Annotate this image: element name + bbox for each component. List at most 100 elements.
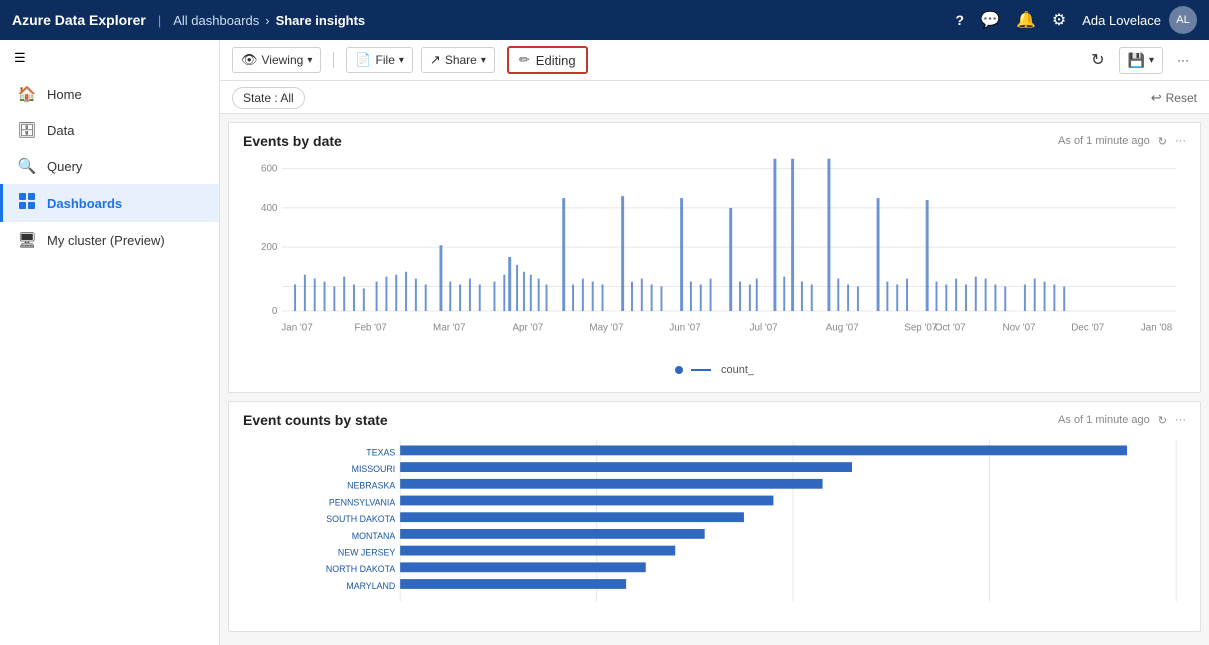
file-icon: 📄 bbox=[355, 52, 371, 68]
svg-text:NEBRASKA: NEBRASKA bbox=[347, 481, 395, 491]
hamburger-icon: ☰ bbox=[14, 50, 26, 65]
toolbar-divider bbox=[333, 52, 334, 68]
avatar: AL bbox=[1169, 6, 1197, 34]
breadcrumb-all-dashboards[interactable]: All dashboards bbox=[173, 13, 259, 28]
svg-text:Jan '07: Jan '07 bbox=[281, 323, 312, 334]
legend-label: count_ bbox=[721, 364, 754, 376]
sidebar-label-data: Data bbox=[47, 123, 74, 138]
svg-text:Aug '07: Aug '07 bbox=[826, 323, 859, 334]
main-layout: ☰ 🏠 Home 🗄 Data 🔍 Query Dashboards bbox=[0, 40, 1209, 645]
file-button[interactable]: 📄 File ▾ bbox=[346, 47, 413, 73]
reset-button[interactable]: ↩ Reset bbox=[1151, 90, 1197, 106]
data-icon: 🗄 bbox=[17, 121, 37, 139]
states-bar-chart: TEXAS MISSOURI NEBRASKA PENNSYLVANIA SOU… bbox=[229, 432, 1200, 631]
sidebar-item-dashboards[interactable]: Dashboards bbox=[0, 184, 219, 222]
ellipsis-icon: ··· bbox=[1177, 53, 1189, 67]
events-timestamp: As of 1 minute ago bbox=[1058, 135, 1150, 147]
file-chevron-icon: ▾ bbox=[399, 55, 404, 66]
svg-text:Dec '07: Dec '07 bbox=[1071, 323, 1104, 334]
settings-icon[interactable]: ⚙ bbox=[1052, 10, 1066, 30]
states-chart-title: Event counts by state bbox=[243, 412, 388, 428]
events-refresh-icon[interactable]: ↻ bbox=[1158, 135, 1167, 148]
svg-text:Sep '07: Sep '07 bbox=[904, 323, 937, 334]
sidebar-item-data[interactable]: 🗄 Data bbox=[0, 112, 219, 148]
svg-text:SOUTH DAKOTA: SOUTH DAKOTA bbox=[326, 514, 395, 524]
share-label: Share bbox=[445, 53, 477, 67]
svg-text:Oct '07: Oct '07 bbox=[935, 323, 966, 334]
chevron-down-icon: ▾ bbox=[307, 55, 312, 66]
sidebar-label-query: Query bbox=[47, 159, 82, 174]
editing-label: Editing bbox=[536, 53, 576, 68]
user-name: Ada Lovelace bbox=[1082, 13, 1161, 28]
svg-text:Jul '07: Jul '07 bbox=[750, 323, 778, 334]
state-filter[interactable]: State : All bbox=[232, 87, 305, 109]
event-counts-by-state-card: Event counts by state As of 1 minute ago… bbox=[228, 401, 1201, 632]
breadcrumb-current: Share insights bbox=[276, 13, 366, 28]
cluster-icon: 🖥 bbox=[17, 231, 37, 249]
events-chart-meta: As of 1 minute ago ↻ ··· bbox=[1058, 135, 1186, 148]
viewing-button[interactable]: 👁 Viewing ▾ bbox=[232, 47, 321, 73]
top-nav-right: ? 💬 🔔 ⚙ Ada Lovelace AL bbox=[955, 6, 1197, 34]
events-chart-svg: 600 400 200 0 bbox=[243, 157, 1186, 357]
share-chevron-icon: ▾ bbox=[481, 55, 486, 66]
top-nav: Azure Data Explorer | All dashboards › S… bbox=[0, 0, 1209, 40]
svg-text:Apr '07: Apr '07 bbox=[512, 323, 543, 334]
more-options-button[interactable]: ··· bbox=[1169, 49, 1197, 71]
sidebar-item-cluster[interactable]: 🖥 My cluster (Preview) bbox=[0, 222, 219, 258]
legend-line bbox=[691, 369, 711, 371]
sidebar: ☰ 🏠 Home 🗄 Data 🔍 Query Dashboards bbox=[0, 40, 220, 645]
svg-text:Jun '07: Jun '07 bbox=[669, 323, 700, 334]
svg-text:Jan '08: Jan '08 bbox=[1141, 323, 1173, 334]
svg-text:200: 200 bbox=[261, 242, 278, 253]
chart-header-events: Events by date As of 1 minute ago ↻ ··· bbox=[229, 123, 1200, 153]
svg-text:MISSOURI: MISSOURI bbox=[352, 464, 396, 474]
viewing-label: Viewing bbox=[262, 53, 304, 67]
eye-icon: 👁 bbox=[241, 52, 258, 68]
home-icon: 🏠 bbox=[17, 85, 37, 103]
editing-badge[interactable]: ✏ Editing bbox=[507, 46, 588, 74]
svg-text:May '07: May '07 bbox=[589, 323, 623, 334]
sidebar-item-query[interactable]: 🔍 Query bbox=[0, 148, 219, 184]
refresh-button[interactable]: ↻ bbox=[1083, 46, 1112, 74]
help-icon[interactable]: ? bbox=[955, 12, 964, 28]
events-legend: count_ bbox=[243, 360, 1186, 382]
share-icon: ↗ bbox=[430, 52, 441, 68]
svg-text:Mar '07: Mar '07 bbox=[433, 323, 465, 334]
bell-icon[interactable]: 🔔 bbox=[1016, 10, 1036, 30]
svg-text:MARYLAND: MARYLAND bbox=[346, 581, 395, 591]
dashboards-icon bbox=[17, 193, 37, 213]
brand-logo: Azure Data Explorer bbox=[12, 12, 146, 28]
events-by-date-card: Events by date As of 1 minute ago ↻ ··· bbox=[228, 122, 1201, 393]
svg-text:0: 0 bbox=[272, 306, 278, 317]
events-chart-title: Events by date bbox=[243, 133, 342, 149]
states-more-icon[interactable]: ··· bbox=[1175, 414, 1186, 426]
breadcrumb: All dashboards › Share insights bbox=[173, 13, 365, 28]
svg-text:PENNSYLVANIA: PENNSYLVANIA bbox=[329, 497, 396, 507]
reset-label: Reset bbox=[1166, 91, 1197, 105]
sidebar-label-dashboards: Dashboards bbox=[47, 196, 122, 211]
svg-text:TEXAS: TEXAS bbox=[366, 447, 395, 457]
svg-text:MONTANA: MONTANA bbox=[352, 531, 396, 541]
legend-dot bbox=[675, 366, 683, 374]
events-chart-svg-wrap: 600 400 200 0 bbox=[243, 157, 1186, 360]
events-more-icon[interactable]: ··· bbox=[1175, 135, 1186, 147]
refresh-icon: ↻ bbox=[1091, 50, 1104, 70]
query-icon: 🔍 bbox=[17, 157, 37, 175]
nav-separator: | bbox=[158, 13, 161, 28]
chat-icon[interactable]: 💬 bbox=[980, 10, 1000, 30]
user-menu[interactable]: Ada Lovelace AL bbox=[1082, 6, 1197, 34]
states-chart-svg: TEXAS MISSOURI NEBRASKA PENNSYLVANIA SOU… bbox=[243, 438, 1186, 618]
save-button[interactable]: 💾 ▾ bbox=[1119, 47, 1163, 74]
states-timestamp: As of 1 minute ago bbox=[1058, 414, 1150, 426]
save-icon: 💾 bbox=[1128, 52, 1145, 69]
share-button[interactable]: ↗ Share ▾ bbox=[421, 47, 495, 73]
hamburger-menu[interactable]: ☰ bbox=[0, 40, 219, 76]
svg-text:Nov '07: Nov '07 bbox=[1003, 323, 1036, 334]
undo-icon: ↩ bbox=[1151, 90, 1162, 106]
toolbar-right: ↻ 💾 ▾ ··· bbox=[1083, 46, 1197, 74]
breadcrumb-arrow: › bbox=[265, 13, 269, 28]
pencil-icon: ✏ bbox=[519, 52, 530, 68]
sidebar-item-home[interactable]: 🏠 Home bbox=[0, 76, 219, 112]
content-area: 👁 Viewing ▾ 📄 File ▾ ↗ Share ▾ ✏ Editing bbox=[220, 40, 1209, 645]
states-refresh-icon[interactable]: ↻ bbox=[1158, 414, 1167, 427]
